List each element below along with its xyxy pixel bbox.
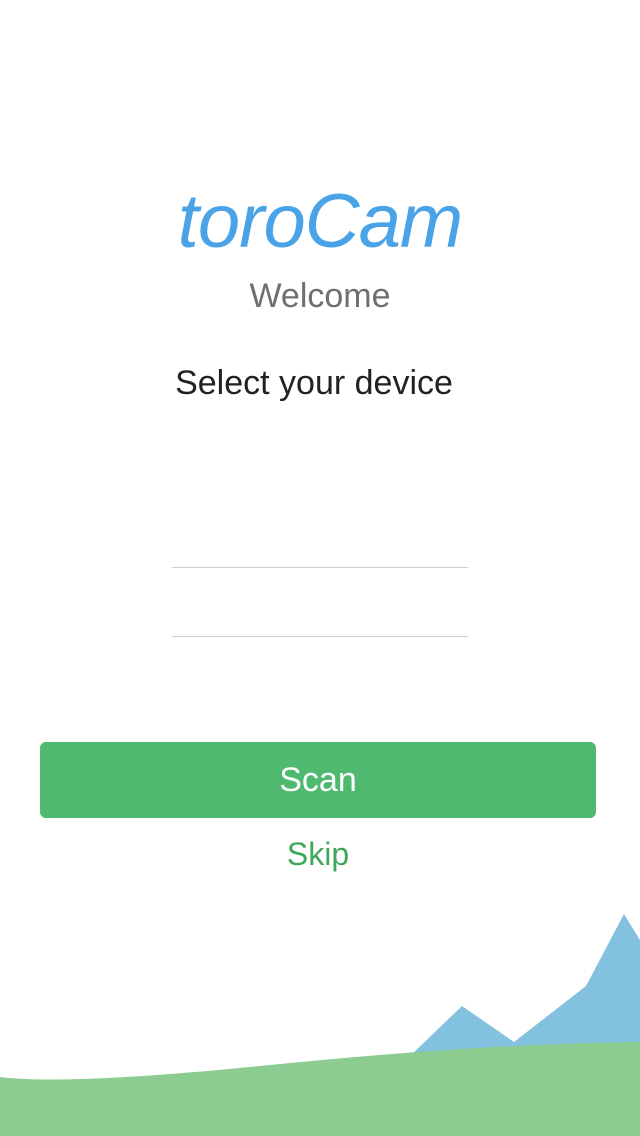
- scan-button[interactable]: Scan: [40, 742, 596, 818]
- device-list-divider: [172, 567, 468, 568]
- select-device-label: Select your device: [175, 364, 453, 402]
- hill-shape: [0, 1042, 640, 1136]
- app-logo: toroCam: [177, 179, 463, 264]
- welcome-heading: Welcome: [249, 277, 391, 315]
- skip-link[interactable]: Skip: [0, 834, 636, 874]
- landscape-illustration: [0, 914, 640, 1136]
- mountain-shape: [410, 914, 640, 1056]
- device-list-divider: [172, 636, 468, 637]
